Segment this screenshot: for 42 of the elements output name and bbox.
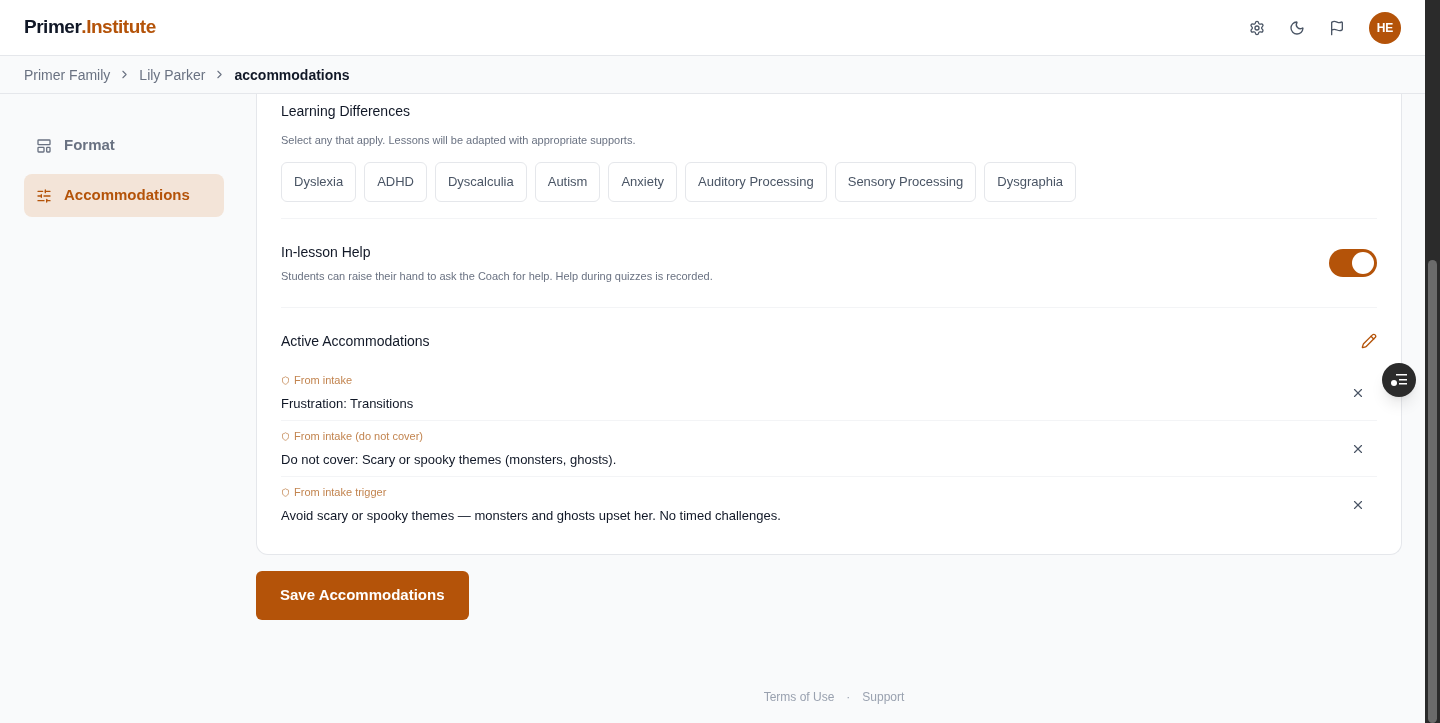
section-title: In-lesson Help (281, 242, 372, 262)
breadcrumb-item[interactable]: Primer Family (24, 64, 111, 85)
source-label: From intake (294, 373, 353, 388)
edit-icon[interactable] (1361, 333, 1377, 349)
list-icon (1390, 373, 1408, 387)
settings-icon[interactable] (1249, 19, 1265, 36)
option-chip[interactable]: Anxiety (608, 161, 678, 202)
option-chip[interactable]: Autism (534, 161, 601, 202)
flag-icon[interactable] (1329, 19, 1345, 36)
option-chip[interactable]: Dysgraphia (984, 161, 1077, 202)
accommodation-text: Avoid scary or spooky themes — monsters and ghosts upset her. No timed challenges. (281, 506, 781, 525)
source-label: From intake (do not cover) (294, 429, 423, 444)
section-description: Students can raise their hand to ask the Coach for help. Help during quizzes is recorded. (281, 268, 713, 284)
scrollbar[interactable] (1425, 0, 1440, 723)
section-title: Learning Differences (281, 102, 411, 121)
option-chip[interactable]: Dyslexia (281, 161, 357, 202)
toggle-switch[interactable] (1329, 248, 1377, 277)
shield-icon (281, 375, 290, 385)
brand-suffix: .Institute (81, 15, 156, 40)
moon-icon[interactable] (1289, 19, 1305, 36)
breadcrumb-item[interactable]: Lily Parker (139, 64, 206, 85)
sidebar-item[interactable]: Format (24, 124, 224, 167)
accommodation-text: Frustration: Transitions (281, 394, 414, 413)
section-description: Select any that apply. Lessons will be adapted with appropriate supports. (281, 133, 637, 148)
sliders-icon (36, 187, 52, 204)
section-title: Active Accommodations (281, 332, 430, 351)
layout-icon (36, 137, 52, 154)
option-chip[interactable]: ADHD (364, 161, 427, 202)
option-chip[interactable]: Auditory Processing (685, 161, 827, 202)
footer-separator: · (846, 689, 851, 705)
shield-icon (281, 487, 290, 497)
save-button[interactable]: Save Accommodations (256, 571, 469, 620)
user-avatar[interactable]: HE (1369, 11, 1401, 44)
sidebar-item[interactable]: Accommodations (24, 174, 224, 217)
shield-icon (281, 431, 290, 441)
brand-name: Primer (24, 15, 82, 40)
floating-list-button[interactable] (1382, 363, 1416, 397)
option-chip[interactable]: Sensory Processing (834, 161, 977, 202)
accommodation-text: Do not cover: Scary or spooky themes (monsters, ghosts). (281, 450, 617, 469)
option-chip[interactable]: Dyscalculia (434, 161, 527, 202)
source-label: From intake trigger (294, 485, 387, 500)
breadcrumb-item: accommodations (234, 65, 350, 85)
